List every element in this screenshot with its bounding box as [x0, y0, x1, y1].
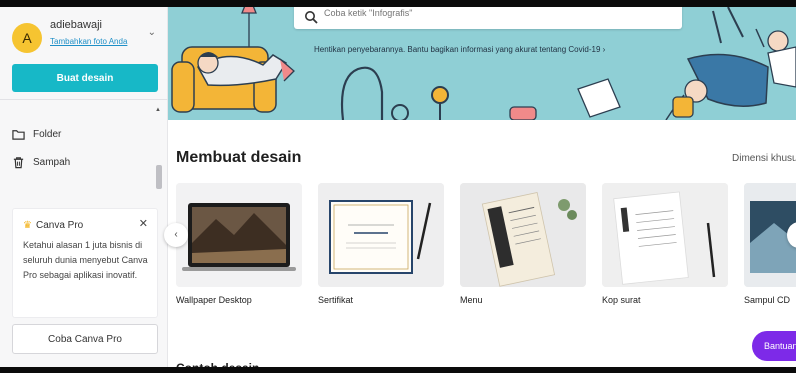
pro-title-row: ♛ Canva Pro — [23, 220, 83, 231]
card-label: Kop surat — [602, 295, 641, 305]
folder-icon — [12, 129, 25, 140]
account-switcher[interactable]: A adiebawaji Tambahkan foto Anda ⌄ — [12, 17, 160, 59]
sidebar-item-trash[interactable]: Sampah — [12, 153, 70, 171]
card-label: Wallpaper Desktop — [176, 295, 252, 305]
create-design-button[interactable]: Buat desain — [12, 64, 158, 92]
letterhead-thumbnail — [602, 183, 728, 287]
add-photo-link[interactable]: Tambahkan foto Anda — [50, 37, 127, 46]
sidebar-divider — [0, 99, 168, 100]
certificate-thumbnail — [318, 183, 444, 287]
laptop-mockup-icon — [176, 183, 302, 287]
design-card-menu[interactable]: Menu — [460, 183, 586, 305]
wallpaper-thumbnail — [176, 183, 302, 287]
close-icon[interactable]: ✕ — [139, 217, 148, 230]
sidebar-scrollbar[interactable]: ▲ — [155, 107, 163, 197]
custom-size-link[interactable]: Dimensi khusus — [732, 153, 796, 164]
avatar: A — [12, 23, 42, 53]
try-canva-pro-button[interactable]: Coba Canva Pro — [12, 324, 158, 354]
section-title: Membuat desain — [176, 149, 302, 166]
scroll-thumb[interactable] — [156, 165, 162, 189]
trash-icon — [13, 156, 24, 168]
search-bar[interactable] — [294, 7, 682, 29]
card-label: Sertifikat — [318, 295, 354, 305]
account-name: adiebawaji — [50, 19, 102, 31]
card-label: Sampul CD — [744, 295, 791, 305]
carousel-prev-button[interactable]: ‹ — [164, 223, 188, 247]
covid-message-link[interactable]: Hentikan penyebarannya. Bantu bagikan in… — [314, 45, 605, 54]
sidebar: A adiebawaji Tambahkan foto Anda ⌄ Buat … — [0, 7, 168, 367]
letterhead-mockup-icon — [602, 183, 728, 287]
chevron-down-icon[interactable]: ⌄ — [148, 27, 156, 38]
canva-pro-card: ♛ Canva Pro ✕ Ketahui alasan 1 juta bisn… — [12, 208, 158, 318]
pro-description: Ketahui alasan 1 juta bisnis di seluruh … — [23, 240, 148, 280]
bottom-frame-bar — [0, 367, 796, 373]
help-button[interactable]: Bantuan — [752, 331, 796, 361]
certificate-mockup-icon — [318, 183, 444, 287]
design-card-letterhead[interactable]: Kop surat — [602, 183, 728, 305]
hero-banner: Hentikan penyebarannya. Bantu bagikan in… — [168, 7, 796, 120]
sidebar-item-folder[interactable]: Folder — [12, 125, 61, 143]
crown-icon: ♛ — [23, 220, 32, 231]
design-card-certificate[interactable]: Sertifikat — [318, 183, 444, 305]
menu-mockup-icon — [460, 183, 586, 287]
card-label: Menu — [460, 295, 483, 305]
sidebar-item-label: Sampah — [33, 156, 71, 168]
design-card-wallpaper[interactable]: Wallpaper Desktop — [176, 183, 302, 305]
search-icon — [305, 11, 318, 24]
scroll-up-icon[interactable]: ▲ — [155, 107, 161, 113]
design-type-carousel: Wallpaper Desktop Sertifikat Menu Kop su… — [176, 183, 796, 308]
pro-title: Canva Pro — [35, 220, 84, 231]
sidebar-item-label: Folder — [33, 128, 62, 140]
top-frame-bar — [0, 0, 796, 7]
search-input[interactable] — [324, 8, 664, 18]
menu-thumbnail — [460, 183, 586, 287]
